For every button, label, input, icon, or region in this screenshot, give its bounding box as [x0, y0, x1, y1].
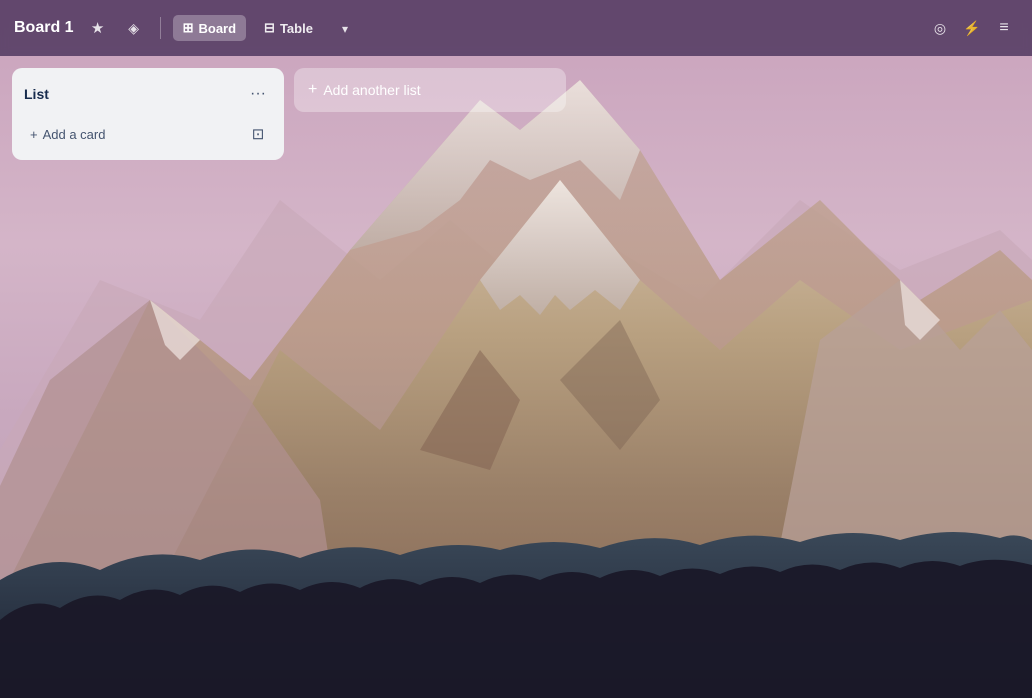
lightning-button[interactable]: ⚡: [958, 14, 986, 42]
card-template-icon: ⊡: [252, 125, 265, 143]
board-view-button[interactable]: ⊞ Board: [173, 15, 246, 41]
board-view-label: Board: [198, 21, 236, 36]
plus-icon: +: [30, 127, 38, 142]
list-title: List: [24, 86, 49, 102]
ellipsis-icon: ···: [250, 85, 266, 103]
board-content: List ··· + Add a card ⊡ + Add another li…: [0, 56, 1032, 698]
add-card-label: Add a card: [43, 127, 106, 142]
add-another-list-label: Add another list: [323, 82, 420, 98]
more-views-button[interactable]: [331, 14, 359, 42]
menu-button[interactable]: ≡: [990, 14, 1018, 42]
lightning-icon: ⚡: [963, 20, 980, 37]
topbar: Board 1 ★ ◈ ⊞ Board ⊟ Table ◎ ⚡ ≡: [0, 0, 1032, 56]
table-view-label: Table: [280, 21, 313, 36]
add-card-row: + Add a card ⊡: [20, 114, 276, 150]
notification-button[interactable]: ◎: [926, 14, 954, 42]
customize-icon: ◈: [128, 20, 139, 37]
add-card-button[interactable]: + Add a card: [24, 123, 111, 146]
board-view-icon: ⊞: [183, 20, 194, 36]
customize-button[interactable]: ◈: [120, 14, 148, 42]
divider: [160, 17, 161, 39]
menu-icon: ≡: [999, 19, 1008, 37]
topbar-right-actions: ◎ ⚡ ≡: [926, 14, 1018, 42]
notification-icon: ◎: [934, 20, 946, 37]
star-icon: ★: [91, 19, 104, 37]
table-view-icon: ⊟: [264, 20, 275, 36]
table-view-button[interactable]: ⊟ Table: [254, 15, 323, 41]
star-button[interactable]: ★: [84, 14, 112, 42]
list-card: List ··· + Add a card ⊡: [12, 68, 284, 160]
list-header: List ···: [20, 78, 276, 114]
board-title: Board 1: [14, 19, 74, 37]
add-list-plus-icon: +: [308, 81, 317, 99]
list-menu-button[interactable]: ···: [244, 80, 272, 108]
chevron-down-icon: [342, 20, 348, 37]
card-template-button[interactable]: ⊡: [244, 120, 272, 148]
add-another-list-button[interactable]: + Add another list: [294, 68, 566, 112]
